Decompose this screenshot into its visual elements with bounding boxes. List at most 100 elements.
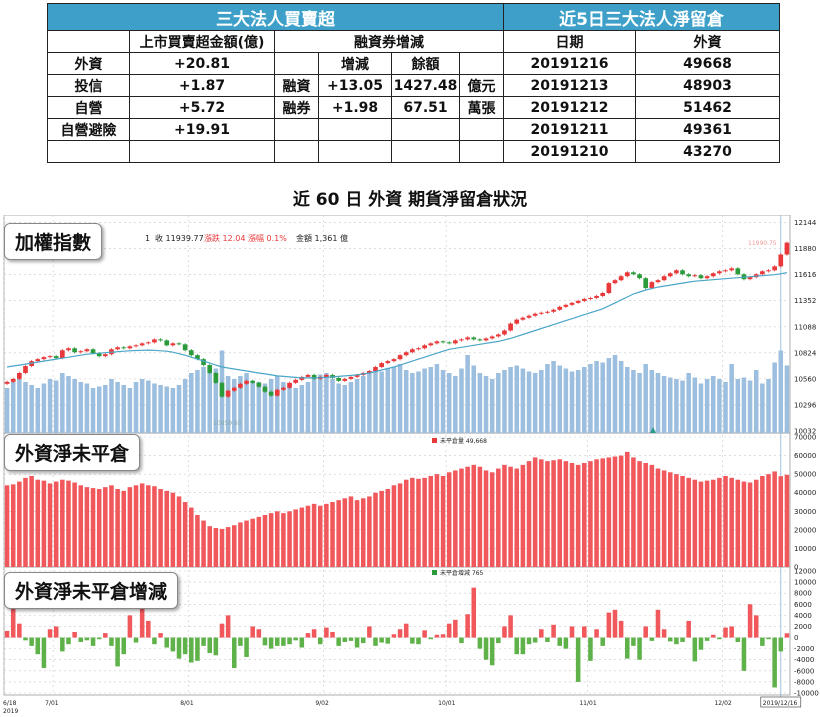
net-bar [483, 470, 489, 567]
col-margin-header: 融資券增減 [274, 30, 504, 53]
candle-body [545, 311, 550, 313]
table-row: 外資 +20.81 增減 餘額 20191216 49668 [47, 52, 780, 75]
right-header: 近5日三大法人淨留倉 [503, 3, 780, 31]
net-bar [741, 481, 747, 567]
net-bar [784, 474, 790, 567]
volume-bar [680, 380, 685, 433]
net-bar [311, 503, 317, 567]
delta-bar [667, 637, 673, 642]
net-bar [66, 480, 71, 567]
delta-bar [66, 637, 71, 645]
net-bar [158, 489, 163, 567]
delta-bar [281, 637, 286, 646]
index-tick-label: 11616 [794, 271, 817, 279]
net-bar [667, 472, 673, 567]
volume-bar [661, 376, 667, 433]
volume-bar [588, 364, 593, 433]
delta-tick-label: -2000 [794, 645, 814, 653]
delta-bar [232, 637, 237, 669]
volume-bar [723, 382, 728, 433]
candle-body [618, 276, 624, 281]
net-bar [152, 486, 157, 567]
delta-bar [710, 634, 716, 638]
net-bar [514, 468, 520, 567]
margin-balance [391, 140, 460, 163]
delta-bar [152, 637, 157, 645]
delta-bar [324, 627, 329, 638]
volume-bar [164, 386, 169, 433]
delta-legend-swatch [432, 570, 437, 575]
volume-bar [10, 382, 16, 433]
delta-bar [299, 637, 305, 648]
volume-bar [532, 373, 538, 433]
candle-body [121, 347, 127, 349]
volume-bar [342, 385, 348, 433]
candle-body [213, 372, 219, 383]
index-amount-text: 金額 1,361 億 [296, 233, 348, 243]
volume-bar [520, 368, 526, 433]
delta-bar [109, 637, 114, 646]
volume-bar [195, 370, 200, 433]
volume-bar [741, 377, 747, 433]
volume-bar [354, 379, 360, 433]
delta-bar [416, 637, 421, 645]
delta-bar [403, 623, 409, 638]
delta-bar [360, 637, 366, 644]
volume-bar [84, 383, 90, 433]
candle-body [219, 382, 225, 397]
volume-bar [121, 385, 127, 433]
candle-body [471, 337, 477, 340]
delta-bar [532, 637, 538, 643]
volume-bar [41, 383, 47, 433]
delta-bar [631, 637, 636, 646]
delta-bar [305, 633, 311, 638]
net-bar [268, 513, 274, 567]
volume-bar [410, 373, 415, 433]
delta-bar [723, 627, 728, 638]
row-foreign: 49361 [635, 118, 780, 141]
delta-bar [244, 637, 249, 657]
delta-bar [563, 637, 569, 649]
candle-body [391, 359, 397, 362]
candle-body [735, 268, 741, 275]
delta-bar [643, 626, 648, 638]
net-panel-label: 外資淨未平倉 [4, 434, 141, 471]
net-tick-label: 10000 [794, 545, 816, 553]
volume-bar [766, 379, 771, 433]
delta-bar [35, 637, 41, 655]
index-tick-label: 12144 [794, 219, 817, 227]
delta-tick-label: 2000 [794, 623, 812, 631]
candle-body [268, 391, 274, 396]
volume-bar [747, 380, 753, 433]
volume-bar [729, 364, 734, 433]
net-bar [293, 509, 298, 567]
volume-bar [397, 364, 403, 433]
net-legend-swatch [432, 438, 437, 443]
delta-bar [53, 626, 59, 638]
delta-bar [410, 637, 415, 644]
delta-bar [336, 637, 341, 646]
net-bar [403, 479, 409, 567]
volume-bar [489, 379, 495, 433]
row-amount: +1.87 [129, 74, 275, 97]
delta-bar [600, 637, 605, 646]
row-amount: +5.72 [129, 96, 275, 119]
net-bar [766, 474, 771, 567]
margin-label: 融資 [274, 74, 319, 97]
row-amount: +20.81 [129, 52, 275, 75]
margin-unit [459, 118, 504, 141]
col-foreign-header: 外資 [635, 30, 780, 53]
candle-body [446, 342, 452, 344]
delta-bar [72, 632, 77, 638]
net-bar [29, 476, 34, 567]
volume-bar [274, 376, 280, 433]
net-bar [53, 481, 59, 567]
candle-body [170, 343, 176, 346]
candle-body [489, 336, 495, 339]
delta-bar [453, 619, 458, 638]
candle-body [680, 270, 685, 275]
volume-bar [66, 376, 71, 433]
candle-body [403, 352, 409, 356]
volume-bar [582, 367, 587, 433]
delta-bar [514, 637, 520, 655]
